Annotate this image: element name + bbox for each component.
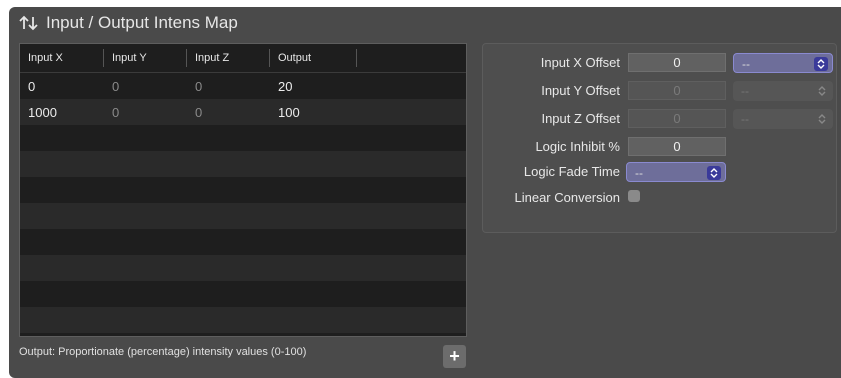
swap-arrows-icon	[18, 14, 40, 32]
input-x-offset-label: Input X Offset	[540, 55, 620, 70]
input-z-offset-field: 0	[628, 109, 726, 128]
input-x-offset-field[interactable]: 0	[628, 53, 726, 72]
output-description: Output: Proportionate (percentage) inten…	[19, 346, 307, 358]
input-y-offset-select-value: --	[741, 84, 749, 98]
updown-chevron-icon	[815, 84, 829, 98]
logic-fade-time-label: Logic Fade Time	[523, 164, 620, 179]
table-row[interactable]: 0 0 0 20	[20, 73, 466, 99]
linear-conversion-label: Linear Conversion	[514, 190, 620, 205]
panel-header: Input / Output Intens Map	[18, 7, 238, 39]
empty-row	[20, 307, 466, 333]
linear-conversion-checkbox[interactable]	[628, 190, 640, 202]
empty-row	[20, 177, 466, 203]
cell-input-y[interactable]: 0	[104, 105, 187, 120]
input-z-offset-select-value: --	[741, 112, 749, 126]
column-header-output[interactable]: Output	[270, 49, 357, 67]
input-x-offset-select[interactable]: --	[733, 53, 833, 73]
updown-chevron-icon	[815, 112, 829, 126]
cell-input-z[interactable]: 0	[187, 105, 270, 120]
cell-input-z[interactable]: 0	[187, 79, 270, 94]
table-row[interactable]: 1000 0 0 100	[20, 99, 466, 125]
input-z-offset-label: Input Z Offset	[541, 111, 620, 126]
column-header-input-z[interactable]: Input Z	[187, 49, 270, 67]
empty-row	[20, 281, 466, 307]
panel-title: Input / Output Intens Map	[46, 13, 238, 32]
input-x-offset-select-value: --	[742, 57, 750, 71]
empty-row	[20, 203, 466, 229]
cell-input-x[interactable]: 0	[20, 79, 104, 94]
empty-row	[20, 125, 466, 151]
cell-input-y[interactable]: 0	[104, 79, 187, 94]
updown-chevron-icon	[707, 166, 721, 180]
empty-row	[20, 151, 466, 177]
updown-chevron-icon	[814, 57, 828, 71]
logic-inhibit-label: Logic Inhibit %	[535, 139, 620, 154]
logic-fade-time-select[interactable]: --	[626, 162, 726, 182]
input-z-offset-select: --	[733, 109, 833, 129]
intens-map-table[interactable]: Input X Input Y Input Z Output 0 0 0 20 …	[19, 43, 467, 337]
input-y-offset-select: --	[733, 81, 833, 101]
empty-row	[20, 255, 466, 281]
cell-output[interactable]: 100	[270, 105, 357, 120]
table-header: Input X Input Y Input Z Output	[20, 44, 466, 73]
column-header-input-x[interactable]: Input X	[20, 49, 104, 67]
input-y-offset-field: 0	[628, 81, 726, 100]
add-row-button[interactable]: +	[443, 345, 466, 368]
input-y-offset-label: Input Y Offset	[541, 83, 620, 98]
empty-row	[20, 229, 466, 255]
cell-input-x[interactable]: 1000	[20, 105, 104, 120]
logic-fade-time-select-value: --	[635, 166, 643, 180]
settings-group: Input X Offset 0 -- Input Y Offset 0 -- …	[482, 43, 837, 233]
cell-output[interactable]: 20	[270, 79, 357, 94]
column-header-input-y[interactable]: Input Y	[104, 49, 187, 67]
logic-inhibit-field[interactable]: 0	[628, 137, 726, 156]
